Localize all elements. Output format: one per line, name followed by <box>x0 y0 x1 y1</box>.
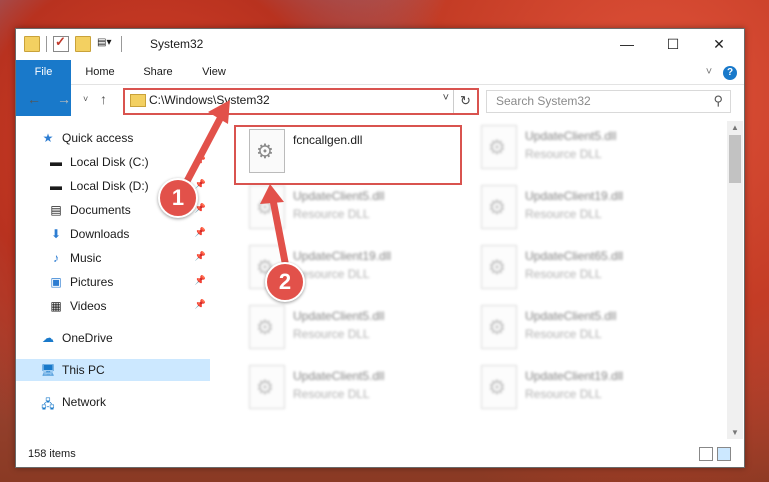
annotation-arrows <box>181 100 289 266</box>
arrow-two-line <box>269 196 289 266</box>
step-badge-one: 1 <box>158 178 198 218</box>
arrow-one-line <box>181 111 226 189</box>
step-badge-two: 2 <box>265 262 305 302</box>
arrow-two-head <box>260 184 284 204</box>
